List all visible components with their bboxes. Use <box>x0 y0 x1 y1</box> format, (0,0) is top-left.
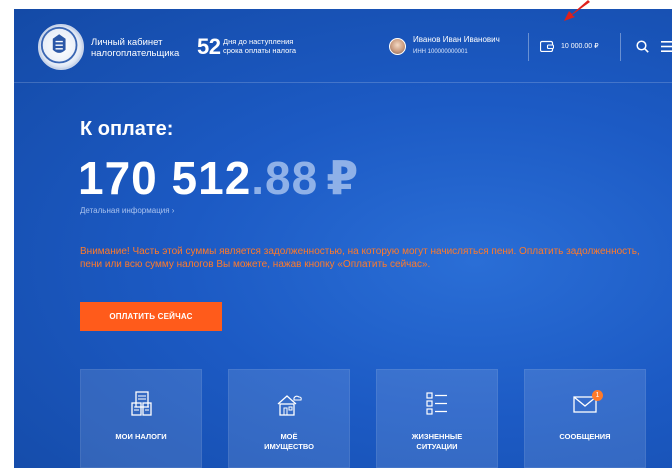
to-pay-label: К оплате: <box>80 118 174 140</box>
taxpayer-cabinet-page: Личный кабинет налогоплательщика 52 Дня … <box>14 9 672 468</box>
days-text-line1: Дня до наступления <box>223 37 294 46</box>
tile-label-line1: МОЁ <box>280 432 298 441</box>
list-icon <box>426 392 447 415</box>
tile-label-line1: ЖИЗНЕННЫЕ <box>411 432 463 441</box>
pay-now-button[interactable]: ОПЛАТИТЬ СЕЙЧАС <box>80 302 222 331</box>
cabinet-title-line1: Личный кабинет <box>91 37 163 48</box>
tax-documents-icon <box>131 391 152 416</box>
messages-badge: 1 <box>592 390 603 401</box>
tile-label-line1: МОИ НАЛОГИ <box>115 432 167 441</box>
currency-symbol: ₽ <box>326 152 360 204</box>
search-icon[interactable] <box>636 40 649 53</box>
amount-due: 170 512.88 ₽ <box>78 151 359 205</box>
cabinet-title-line2: налогоплательщика <box>91 48 180 59</box>
user-name[interactable]: Иванов Иван Иванович <box>413 35 500 44</box>
amount-fraction: .88 <box>251 152 319 204</box>
tile-messages[interactable]: СООБЩЕНИЯ <box>524 369 646 468</box>
days-until-deadline-count: 52 <box>197 34 221 59</box>
debt-warning: Внимание! Часть этой суммы является задо… <box>80 246 640 270</box>
user-inn: ИНН 100000000001 <box>413 49 468 55</box>
account-balance[interactable]: 10 000.00 ₽ <box>561 42 599 50</box>
wallet-icon[interactable] <box>540 40 554 52</box>
tile-label-line2: СИТУАЦИИ <box>416 442 458 451</box>
details-link[interactable]: Детальная информация › <box>80 206 174 215</box>
tile-my-taxes[interactable]: МОИ НАЛОГИ <box>80 369 202 468</box>
days-text-line2: срока оплаты налога <box>223 46 297 55</box>
tile-label: СООБЩЕНИЯ <box>525 432 645 442</box>
tile-life-situations[interactable]: ЖИЗНЕННЫЕ СИТУАЦИИ <box>376 369 498 468</box>
tile-label: МОИ НАЛОГИ <box>81 432 201 442</box>
hamburger-menu-icon[interactable] <box>661 41 672 52</box>
cabinet-title[interactable]: Личный кабинет налогоплательщика <box>91 37 201 59</box>
days-until-deadline-text: Дня до наступления срока оплаты налога <box>223 37 323 55</box>
tile-label: ЖИЗНЕННЫЕ СИТУАЦИИ <box>377 432 497 452</box>
user-avatar[interactable] <box>389 38 406 55</box>
tile-label-line1: СООБЩЕНИЯ <box>559 432 611 441</box>
tile-label: МОЁ ИМУЩЕСТВО <box>229 432 349 452</box>
annotation-arrow-icon <box>564 0 590 21</box>
tile-my-property[interactable]: МОЁ ИМУЩЕСТВО <box>228 369 350 468</box>
header-divider <box>528 33 529 61</box>
amount-whole: 170 512 <box>78 152 252 204</box>
header-divider <box>620 33 621 61</box>
fns-emblem-icon[interactable] <box>38 24 84 70</box>
house-icon <box>277 395 302 416</box>
tile-label-line2: ИМУЩЕСТВО <box>264 442 314 451</box>
